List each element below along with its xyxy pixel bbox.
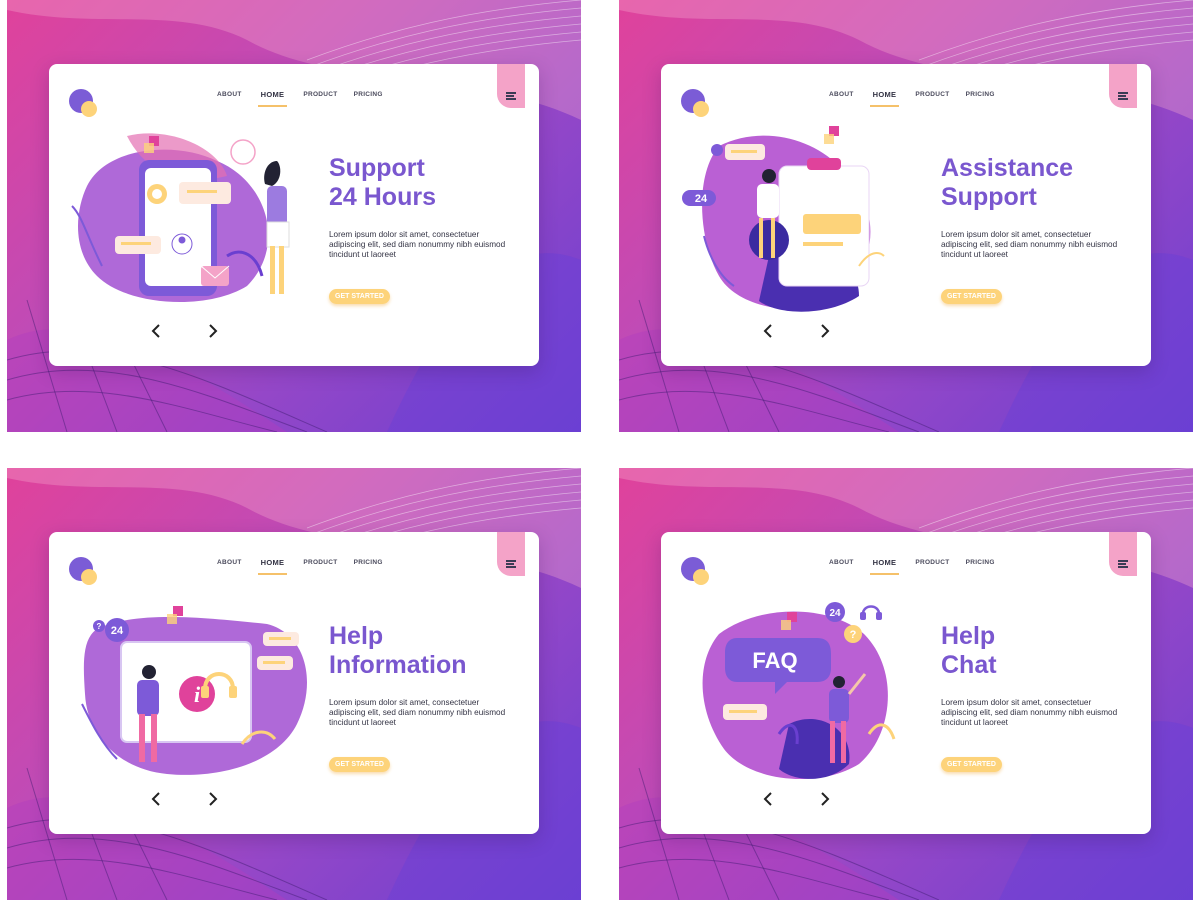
chevron-left-icon <box>151 792 160 806</box>
landing-card: ABOUT HOME PRODUCT PRICING i 24 ? Help I… <box>49 532 539 834</box>
description-text: Lorem ipsum dolor sit amet, consectetuer… <box>329 230 506 259</box>
headset-icon <box>147 184 167 204</box>
brand-logo[interactable] <box>69 557 101 589</box>
prev-arrow-button[interactable] <box>149 322 165 340</box>
hamburger-menu-button[interactable] <box>1109 64 1137 108</box>
top-nav: ABOUT HOME PRODUCT PRICING <box>829 558 995 575</box>
faq-chat-illustration: FAQ ? 24 <box>702 602 896 780</box>
hamburger-icon <box>1118 92 1128 94</box>
next-arrow-button[interactable] <box>204 790 220 808</box>
clipboard-support-illustration: 24 <box>682 126 885 312</box>
top-nav: ABOUT HOME PRODUCT PRICING <box>217 90 383 107</box>
user-icon <box>171 233 193 255</box>
nav-about[interactable]: ABOUT <box>217 91 242 107</box>
chevron-right-icon <box>821 792 830 806</box>
hamburger-icon <box>506 92 516 94</box>
chevron-right-icon <box>209 324 218 338</box>
brand-logo[interactable] <box>681 557 713 589</box>
badge-24-icon: 24 <box>825 602 845 622</box>
svg-text:24: 24 <box>111 625 124 637</box>
mail-icon <box>200 265 230 286</box>
chat-bubble-icon <box>723 704 767 720</box>
svg-text:24: 24 <box>237 147 250 159</box>
landing-panel-support-24-hours: ABOUT HOME PRODUCT PRICING 24 Support 24… <box>7 0 581 432</box>
next-arrow-button[interactable] <box>816 790 832 808</box>
nav-product[interactable]: PRODUCT <box>915 91 949 107</box>
landing-card: ABOUT HOME PRODUCT PRICING FAQ ? 24 Help… <box>661 532 1151 834</box>
prev-arrow-button[interactable] <box>761 322 777 340</box>
info-icon: i <box>179 676 215 712</box>
question-icon: ? <box>93 620 105 632</box>
page-title: Help Information <box>329 622 467 679</box>
chevron-right-icon <box>821 324 830 338</box>
description-text: Lorem ipsum dolor sit amet, consectetuer… <box>941 230 1118 259</box>
nav-about[interactable]: ABOUT <box>217 559 242 575</box>
nav-home[interactable]: HOME <box>869 90 900 107</box>
nav-pricing[interactable]: PRICING <box>966 559 995 575</box>
hamburger-menu-button[interactable] <box>1109 532 1137 576</box>
landing-panel-assistance-support: ABOUT HOME PRODUCT PRICING 24 Assistance… <box>619 0 1193 432</box>
chat-bubble-icon <box>725 144 765 160</box>
headset-icon <box>711 144 723 156</box>
chevron-left-icon <box>763 792 772 806</box>
get-started-button[interactable]: GET STARTED <box>329 757 390 772</box>
svg-text:?: ? <box>850 629 857 641</box>
chevron-left-icon <box>151 324 160 338</box>
info-screen-illustration: i 24 ? <box>81 606 307 775</box>
svg-text:24: 24 <box>829 608 841 619</box>
prev-arrow-button[interactable] <box>761 790 777 808</box>
landing-panel-help-chat: ABOUT HOME PRODUCT PRICING FAQ ? 24 Help… <box>619 468 1193 900</box>
brand-logo[interactable] <box>681 89 713 121</box>
nav-home[interactable]: HOME <box>257 558 288 575</box>
nav-pricing[interactable]: PRICING <box>354 559 383 575</box>
top-nav: ABOUT HOME PRODUCT PRICING <box>829 90 995 107</box>
chevron-left-icon <box>763 324 772 338</box>
description-text: Lorem ipsum dolor sit amet, consectetuer… <box>941 698 1118 727</box>
nav-pricing[interactable]: PRICING <box>966 91 995 107</box>
phone-support-illustration: 24 <box>71 133 290 303</box>
hamburger-icon <box>506 560 516 562</box>
headset-icon <box>860 605 882 620</box>
next-arrow-button[interactable] <box>816 322 832 340</box>
nav-home[interactable]: HOME <box>257 90 288 107</box>
clipboard-icon <box>778 158 870 287</box>
badge-24-icon: 24 <box>230 139 256 165</box>
hamburger-menu-button[interactable] <box>497 532 525 576</box>
nav-about[interactable]: ABOUT <box>829 559 854 575</box>
get-started-button[interactable]: GET STARTED <box>329 289 390 304</box>
landing-panel-help-information: ABOUT HOME PRODUCT PRICING i 24 ? Help I… <box>7 468 581 900</box>
badge-24-icon: 24 <box>682 190 716 206</box>
nav-product[interactable]: PRODUCT <box>915 559 949 575</box>
page-title: Assistance Support <box>941 154 1074 211</box>
page-title: Support 24 Hours <box>329 154 436 211</box>
prev-arrow-button[interactable] <box>149 790 165 808</box>
svg-text:i: i <box>194 682 201 707</box>
chevron-right-icon <box>209 792 218 806</box>
hamburger-icon <box>1118 560 1128 562</box>
nav-product[interactable]: PRODUCT <box>303 91 337 107</box>
get-started-button[interactable]: GET STARTED <box>941 289 1002 304</box>
page-title: Help Chat <box>941 622 997 679</box>
svg-text:?: ? <box>97 622 102 631</box>
nav-pricing[interactable]: PRICING <box>354 91 383 107</box>
description-text: Lorem ipsum dolor sit amet, consectetuer… <box>329 698 506 727</box>
landing-card: ABOUT HOME PRODUCT PRICING <box>661 64 1151 366</box>
top-nav: ABOUT HOME PRODUCT PRICING <box>217 558 383 575</box>
brand-logo[interactable] <box>69 89 101 121</box>
next-arrow-button[interactable] <box>204 322 220 340</box>
nav-about[interactable]: ABOUT <box>829 91 854 107</box>
question-icon: ? <box>844 625 862 643</box>
svg-text:FAQ: FAQ <box>752 648 797 673</box>
nav-product[interactable]: PRODUCT <box>303 559 337 575</box>
badge-24-icon: 24 <box>105 618 129 642</box>
nav-home[interactable]: HOME <box>869 558 900 575</box>
hamburger-menu-button[interactable] <box>497 64 525 108</box>
svg-text:24: 24 <box>695 193 708 205</box>
landing-card: ABOUT HOME PRODUCT PRICING <box>49 64 539 366</box>
get-started-button[interactable]: GET STARTED <box>941 757 1002 772</box>
